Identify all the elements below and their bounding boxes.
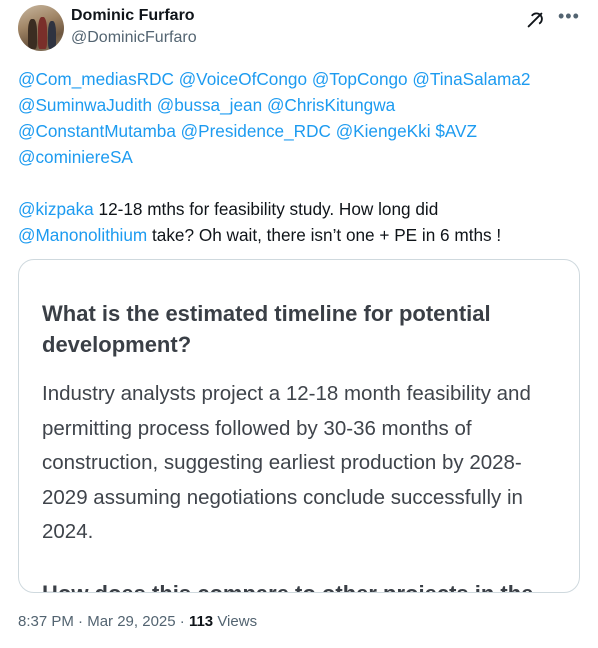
mention-link[interactable]: @Com_mediasRDC	[18, 69, 174, 89]
tweet-meta: 8:37 PM · Mar 29, 2025 · 113 Views	[18, 613, 257, 630]
tweet-body-text: take? Oh wait, there isn’t one + PE in 6…	[147, 225, 502, 245]
card-cut-heading-text: How does this compare to other projects …	[42, 582, 562, 592]
meta-separator: ·	[73, 613, 88, 630]
more-options-icon[interactable]: •••	[558, 6, 580, 27]
avatar[interactable]	[18, 5, 64, 51]
views-count: 113	[188, 613, 214, 630]
mention-link[interactable]: @Manonolithium	[18, 225, 147, 245]
mentions-line-4: @cominiereSA	[18, 144, 583, 170]
grok-icon[interactable]	[524, 9, 546, 31]
author-handle[interactable]: @DominicFurfaro	[71, 29, 197, 47]
mentions-line-1: @Com_mediasRDC @VoiceOfCongo @TopCongo @…	[18, 66, 583, 92]
meta-separator: ·	[175, 613, 189, 630]
mentions-line-2: @SuminwaJudith @bussa_jean @ChrisKitungw…	[18, 92, 583, 118]
attached-image-card[interactable]: What is the estimated timeline for poten…	[18, 259, 580, 593]
tweet-time[interactable]: 8:37 PM	[18, 613, 74, 630]
mention-link[interactable]: @ChrisKitungwa	[267, 95, 395, 115]
mention-link[interactable]: @ConstantMutamba	[18, 121, 176, 141]
card-cut-heading: How does this compare to other projects …	[42, 582, 562, 592]
mention-link[interactable]: @cominiereSA	[18, 147, 133, 167]
tweet-date[interactable]: Mar 29, 2025	[87, 613, 175, 630]
tweet-body-text: 12-18 mths for feasibility study. How lo…	[93, 199, 439, 219]
tweet-text: @Com_mediasRDC @VoiceOfCongo @TopCongo @…	[18, 66, 583, 248]
mention-link[interactable]: @kizpaka	[18, 199, 94, 219]
author-name[interactable]: Dominic Furfaro	[71, 7, 195, 25]
mention-link[interactable]: @VoiceOfCongo	[179, 69, 307, 89]
card-answer: Industry analysts project a 12-18 month …	[42, 382, 531, 543]
tweet-body-line-2: @Manonolithium take? Oh wait, there isn’…	[18, 222, 583, 248]
mention-link[interactable]: @Presidence_RDC	[181, 121, 331, 141]
views-label: Views	[213, 613, 258, 630]
mention-link[interactable]: @TopCongo	[312, 69, 408, 89]
mentions-line-3: @ConstantMutamba @Presidence_RDC @Kienge…	[18, 118, 583, 144]
mention-link[interactable]: @TinaSalama2	[412, 69, 530, 89]
mention-link[interactable]: @SuminwaJudith	[18, 95, 152, 115]
mention-link[interactable]: @KiengeKki	[336, 121, 431, 141]
tweet-body-line-1: @kizpaka 12-18 mths for feasibility stud…	[18, 196, 583, 222]
card-question: What is the estimated timeline for poten…	[42, 301, 491, 357]
mention-link[interactable]: @bussa_jean	[157, 95, 262, 115]
cashtag-link[interactable]: $AVZ	[435, 121, 477, 141]
